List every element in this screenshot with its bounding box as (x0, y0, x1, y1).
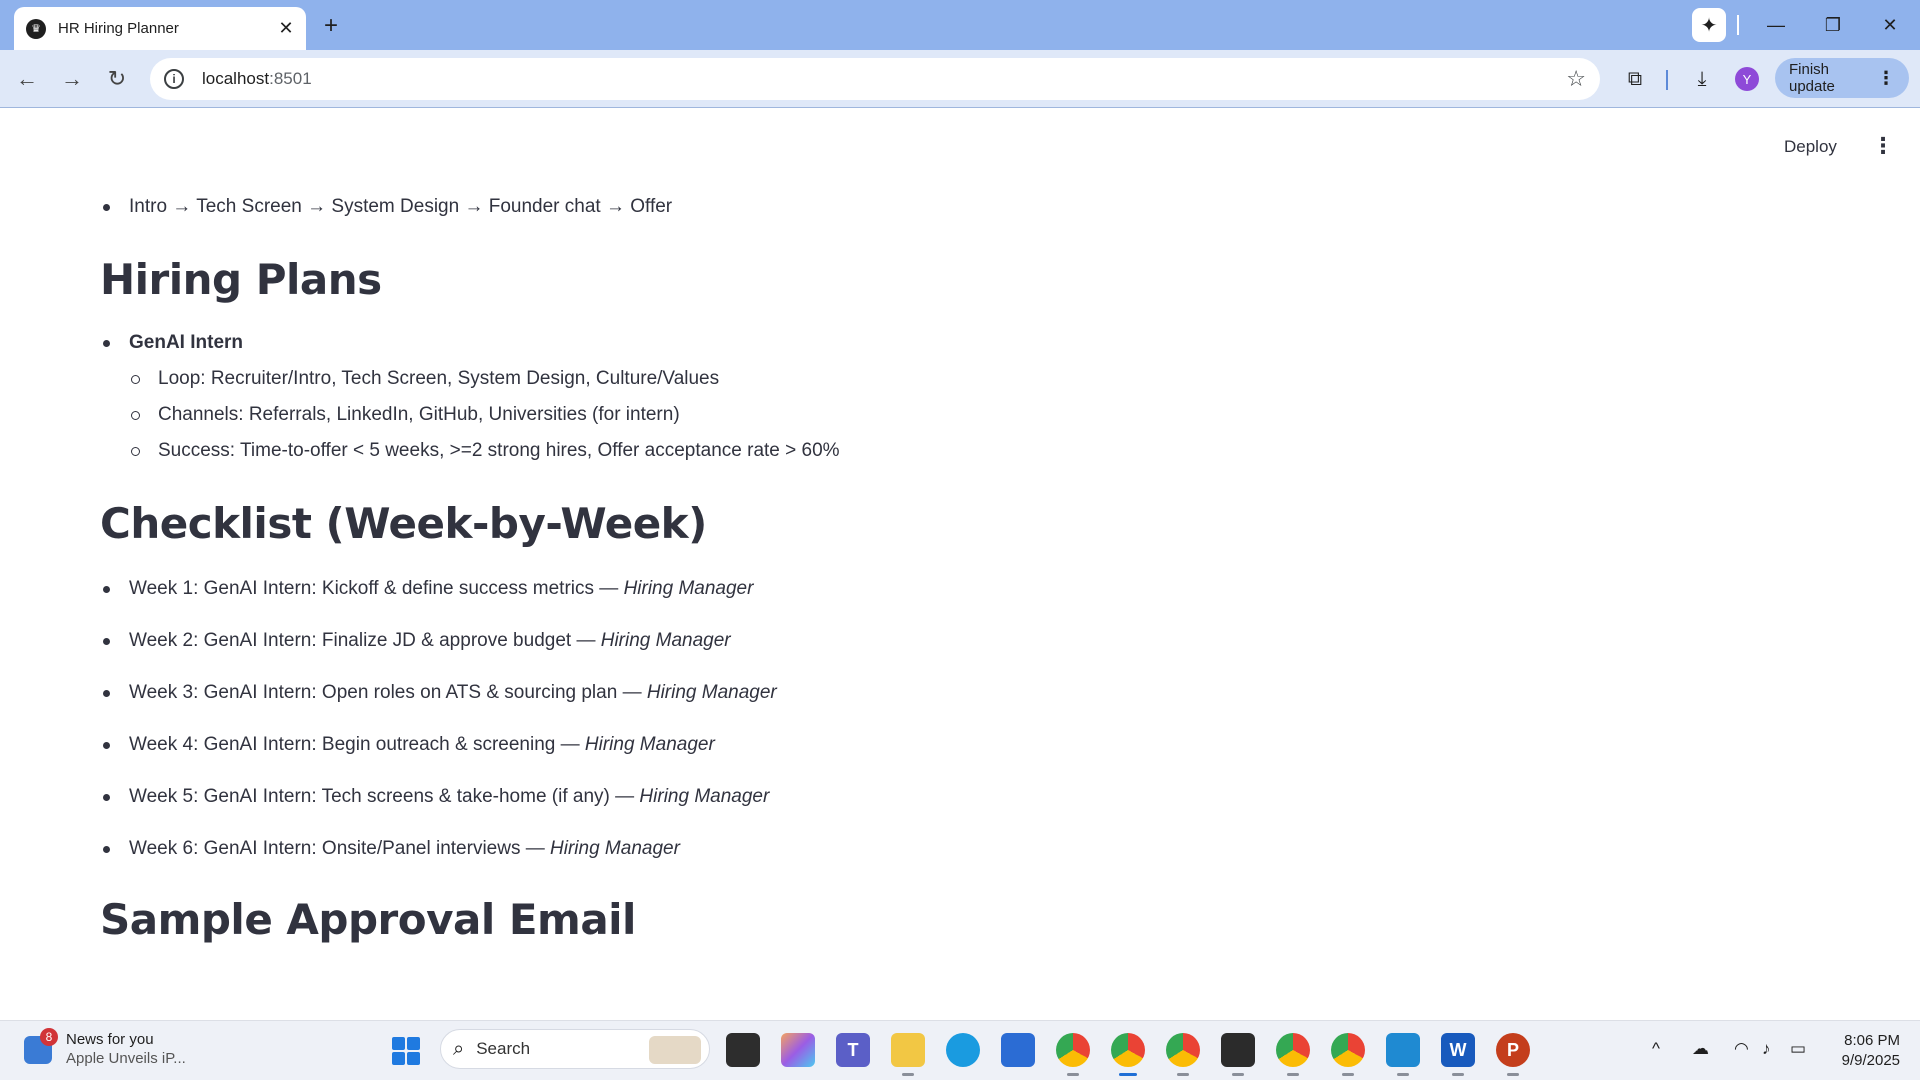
role-detail-loop: Loop: Recruiter/Intro, Tech Screen, Syst… (100, 367, 1800, 391)
owner-label: Hiring Manager (584, 734, 715, 755)
checklist-item: Week 1: GenAI Intern: Kickoff & define s… (100, 577, 1800, 601)
gemini-sparkle-icon[interactable]: ✦ (1692, 8, 1726, 42)
checklist-item: Week 4: GenAI Intern: Begin outreach & s… (100, 733, 1800, 757)
close-tab-icon[interactable]: ✕ (276, 18, 296, 39)
system-clock[interactable]: 8:06 PM 9/9/2025 (1820, 1031, 1900, 1071)
finish-update-button[interactable]: Finish update ⋮ (1775, 58, 1909, 98)
windows-start-icon[interactable] (392, 1037, 420, 1065)
chrome-icon[interactable] (1056, 1033, 1090, 1076)
battery-icon[interactable]: ▭ (1790, 1039, 1806, 1059)
chrome-profile-icon[interactable] (1276, 1033, 1310, 1076)
owner-label: Hiring Manager (646, 682, 777, 703)
tab-search-icon[interactable]: ⧉ (1620, 64, 1650, 94)
news-badge: 8 (40, 1028, 58, 1046)
teams-icon[interactable]: T (836, 1033, 870, 1067)
word-icon[interactable]: W (1441, 1033, 1475, 1076)
finish-update-label: Finish update (1789, 61, 1835, 95)
volume-icon[interactable]: ♪ (1762, 1039, 1771, 1059)
checklist-heading: Checklist (Week-by-Week) (100, 499, 707, 548)
copilot-icon[interactable] (781, 1033, 815, 1067)
main-menu-icon[interactable]: ⋮ (1872, 133, 1894, 159)
download-icon[interactable]: ⤓ (1687, 64, 1717, 94)
role-details-list: Loop: Recruiter/Intro, Tech Screen, Syst… (100, 367, 1800, 463)
role-item: GenAI Intern Loop: Recruiter/Intro, Tech… (100, 331, 1800, 463)
windows-taskbar: 8 News for you Apple Unveils iP... ⌕ Sea… (0, 1020, 1920, 1080)
task-view-icon[interactable] (726, 1033, 760, 1067)
approval-email-heading: Sample Approval Email (100, 895, 636, 944)
process-line: Intro → Tech Screen → System Design → Fo… (100, 195, 1800, 219)
tab-title: HR Hiring Planner (58, 20, 179, 37)
minimize-window-icon[interactable]: — (1756, 10, 1796, 40)
chrome-profile-active-icon[interactable] (1111, 1033, 1145, 1076)
chrome-profile-icon[interactable] (1166, 1033, 1200, 1076)
restore-window-icon[interactable]: ❐ (1813, 10, 1853, 40)
back-arrow-icon[interactable]: ← (10, 62, 44, 96)
news-icon: 8 (24, 1028, 58, 1064)
site-info-icon[interactable]: i (164, 69, 184, 89)
onedrive-icon[interactable]: ☁ (1692, 1039, 1709, 1059)
hiring-plans-list: GenAI Intern Loop: Recruiter/Intro, Tech… (100, 331, 1800, 463)
hiring-plans-heading: Hiring Plans (100, 255, 382, 304)
profile-avatar[interactable]: Y (1735, 67, 1759, 91)
edge-icon[interactable] (946, 1033, 980, 1067)
browser-toolbar: ← → ↻ i localhost:8501 ☆ ⧉ ⤓ (0, 50, 1920, 108)
toolbar-divider (1666, 70, 1668, 90)
tab-strip-divider (1737, 15, 1739, 35)
forward-arrow-icon[interactable]: → (55, 62, 89, 96)
wifi-icon[interactable]: ◠ (1734, 1039, 1749, 1059)
search-label: Search (476, 1039, 531, 1058)
role-name: GenAI Intern (129, 332, 244, 353)
checklist-item: Week 5: GenAI Intern: Tech screens & tak… (100, 785, 1800, 809)
news-title: News for you (66, 1031, 154, 1048)
clock-date: 9/9/2025 (1841, 1052, 1900, 1069)
terminal-icon[interactable] (1221, 1033, 1255, 1076)
owner-label: Hiring Manager (550, 838, 680, 859)
new-tab-button[interactable]: + (318, 12, 344, 39)
role-detail-success: Success: Time-to-offer < 5 weeks, >=2 st… (100, 439, 1800, 463)
address-bar[interactable]: i localhost:8501 ☆ (150, 58, 1600, 100)
bookmark-star-icon[interactable]: ☆ (1566, 66, 1586, 92)
owner-label: Hiring Manager (600, 630, 731, 651)
checklist-item: Week 3: GenAI Intern: Open roles on ATS … (100, 681, 1800, 705)
show-hidden-icons-icon[interactable]: ^ (1652, 1039, 1660, 1059)
deploy-button[interactable]: Deploy (1784, 137, 1837, 157)
vscode-icon[interactable] (1386, 1033, 1420, 1076)
url-text: localhost:8501 (202, 69, 312, 88)
browser-tab-strip: ♛ HR Hiring Planner ✕ + ✦ — ❐ ✕ (0, 0, 1920, 50)
search-icon: ⌕ (453, 1037, 465, 1060)
store-icon[interactable] (1001, 1033, 1035, 1067)
streamlit-favicon-icon: ♛ (26, 18, 46, 39)
checklist-item: Week 2: GenAI Intern: Finalize JD & appr… (100, 629, 1800, 653)
app-header: Deploy ⋮ (0, 109, 1920, 179)
reload-icon[interactable]: ↻ (100, 62, 134, 96)
browser-tab[interactable]: ♛ HR Hiring Planner ✕ (14, 7, 306, 50)
file-explorer-icon[interactable] (891, 1033, 925, 1076)
news-widget[interactable]: 8 News for you Apple Unveils iP... (24, 1028, 186, 1069)
owner-label: Hiring Manager (623, 578, 754, 599)
taskbar-search[interactable]: ⌕ Search (440, 1029, 710, 1069)
powerpoint-icon[interactable]: P (1496, 1033, 1530, 1076)
chrome-profile-icon[interactable] (1331, 1033, 1365, 1076)
role-detail-channels: Channels: Referrals, LinkedIn, GitHub, U… (100, 403, 1800, 427)
clock-time: 8:06 PM (1844, 1032, 1900, 1049)
checklist-item: Week 6: GenAI Intern: Onsite/Panel inter… (100, 837, 1800, 861)
owner-label: Hiring Manager (639, 786, 770, 807)
search-highlight-image (649, 1036, 701, 1064)
checklist-list: Week 1: GenAI Intern: Kickoff & define s… (100, 577, 1800, 861)
news-headline: Apple Unveils iP... (66, 1050, 186, 1067)
close-window-icon[interactable]: ✕ (1870, 10, 1910, 40)
more-menu-icon: ⋮ (1877, 67, 1895, 88)
process-list: Intro → Tech Screen → System Design → Fo… (100, 195, 1800, 219)
main-content: Intro → Tech Screen → System Design → Fo… (100, 195, 1800, 945)
